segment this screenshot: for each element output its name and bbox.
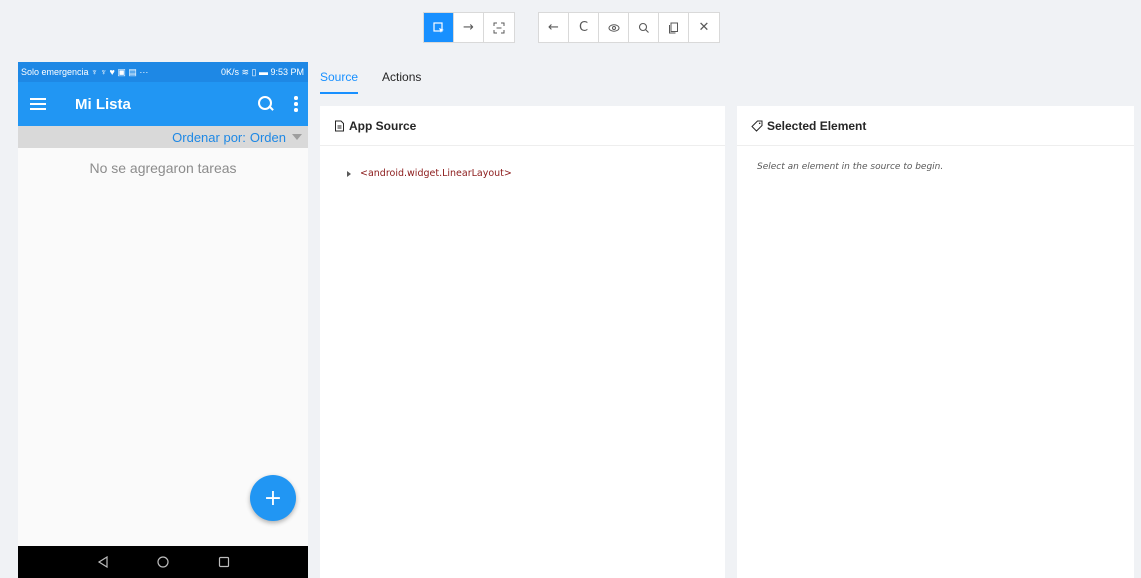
back-button[interactable]: ← (539, 13, 569, 42)
sort-bar[interactable]: Ordenar por: Orden (18, 126, 308, 148)
interaction-mode-group: → (423, 12, 515, 43)
search-icon (638, 22, 649, 33)
swipe-button[interactable]: → (454, 13, 484, 42)
nav-recent-apps-icon[interactable] (218, 556, 230, 568)
source-tree-node[interactable]: <android.widget.LinearLayout> (320, 146, 725, 179)
android-nav-bar (18, 546, 308, 578)
tap-by-coordinates-icon (493, 22, 505, 33)
file-icon (335, 120, 344, 131)
plus-icon: + (263, 485, 283, 511)
app-search-icon[interactable] (258, 96, 274, 112)
app-bar: Mi Lista (18, 82, 308, 126)
tab-source[interactable]: Source (320, 64, 359, 94)
copy-icon (669, 22, 678, 33)
app-title: Mi Lista (75, 95, 131, 113)
empty-list-message: No se agregaron tareas (89, 160, 237, 176)
device-screenshot[interactable]: Solo emergencia ♆ ♆ ♥ ▣ ▤ ··· 0K/s ≋ ▯ ▬… (18, 62, 308, 578)
sort-value: Orden (249, 129, 286, 145)
inspector-tabs: Source Actions (320, 64, 445, 94)
app-source-header: App Source (320, 106, 725, 146)
selected-element-hint: Select an element in the source to begin… (757, 162, 944, 172)
navigation-group: ← C ✕ (538, 12, 720, 43)
app-source-panel: App Source <android.widget.LinearLayout> (320, 106, 725, 578)
status-left-text: Solo emergencia ♆ ♆ ♥ ▣ ▤ ··· (21, 66, 149, 77)
nav-back-icon[interactable] (97, 556, 109, 568)
close-icon: ✕ (698, 20, 710, 35)
tree-node-label[interactable]: <android.widget.LinearLayout> (360, 168, 512, 179)
copy-xml-button[interactable] (659, 13, 689, 42)
status-right-text: 0K/s ≋ ▯ ▬ 9:53 PM (220, 66, 304, 77)
more-vert-icon[interactable] (294, 96, 298, 112)
select-element-icon (432, 21, 444, 33)
inspector-toolbar: → ← C ✕ (0, 0, 1141, 50)
android-status-bar: Solo emergencia ♆ ♆ ♥ ▣ ▤ ··· 0K/s ≋ ▯ ▬… (18, 62, 308, 82)
selected-element-panel: Selected Element Select an element in th… (737, 106, 1134, 578)
select-element-button[interactable] (424, 13, 454, 42)
expand-arrow-icon[interactable] (347, 170, 351, 177)
nav-home-icon[interactable] (157, 556, 169, 568)
tab-actions[interactable]: Actions (382, 64, 421, 94)
selected-element-header: Selected Element (737, 106, 1134, 146)
refresh-button[interactable]: C (569, 13, 599, 42)
tag-icon (751, 120, 763, 132)
swipe-icon: → (463, 20, 474, 35)
refresh-icon: C (578, 20, 589, 35)
tap-by-coordinates-button[interactable] (484, 13, 514, 42)
selected-element-title: Selected Element (767, 118, 867, 133)
dropdown-caret-icon (292, 134, 302, 140)
add-task-fab[interactable]: + (250, 475, 296, 521)
quit-session-button[interactable]: ✕ (689, 13, 719, 42)
show-hide-button[interactable] (599, 13, 629, 42)
search-button[interactable] (629, 13, 659, 42)
back-icon: ← (548, 20, 559, 35)
sort-label: Ordenar por: (172, 129, 246, 145)
app-source-title: App Source (349, 118, 417, 133)
eye-icon (608, 23, 619, 32)
hamburger-menu-icon[interactable] (30, 98, 46, 110)
